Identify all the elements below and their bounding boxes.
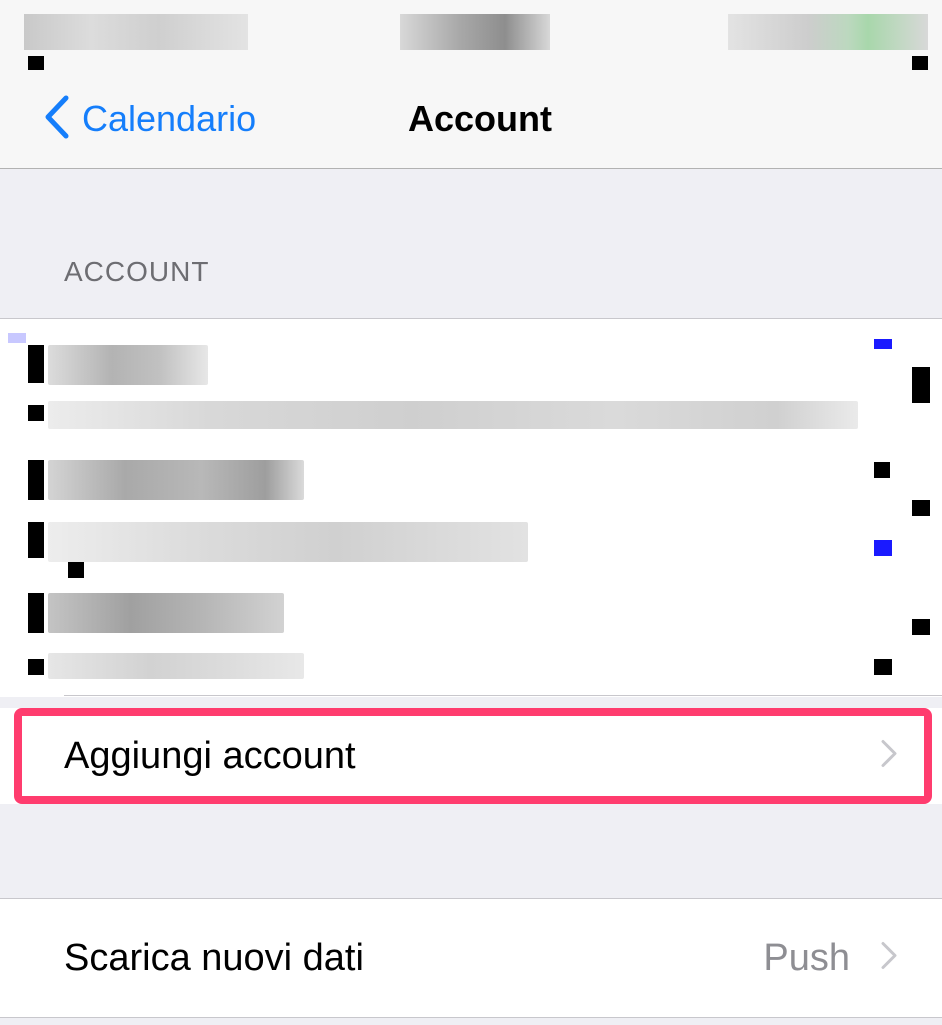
account-name-blur <box>48 460 304 500</box>
pixel-artifact <box>912 619 930 635</box>
pixel-artifact <box>28 522 44 558</box>
account-row[interactable] <box>0 589 942 689</box>
status-carrier-blur <box>24 14 248 50</box>
chevron-right-icon <box>880 941 898 976</box>
account-detail-blur <box>48 522 528 562</box>
account-name-blur <box>48 345 208 385</box>
chevron-right-icon <box>880 739 898 774</box>
pixel-artifact <box>874 339 892 349</box>
section-header: ACCOUNT <box>64 256 210 287</box>
account-name-blur <box>48 593 284 633</box>
page-title: Account <box>408 98 552 139</box>
account-row[interactable] <box>0 454 942 579</box>
pixel-artifact <box>28 593 44 633</box>
group-bottom-line <box>0 1017 942 1018</box>
account-detail-blur <box>48 653 304 679</box>
pixel-artifact <box>28 345 44 383</box>
pixel-artifact <box>912 367 930 403</box>
pixel-artifact <box>28 405 44 421</box>
status-time-blur <box>400 14 550 50</box>
pixel-artifact <box>28 659 44 675</box>
add-account-row[interactable]: Aggiungi account <box>0 708 942 804</box>
pixel-artifact <box>912 500 930 516</box>
fetch-new-data-value: Push <box>763 936 850 979</box>
pixel-artifact <box>874 540 892 556</box>
account-detail-blur <box>48 401 858 429</box>
status-battery-blur <box>728 14 928 50</box>
fetch-new-data-row[interactable]: Scarica nuovi dati Push <box>0 899 942 1017</box>
pixel-artifact <box>28 460 44 500</box>
navigation-bar: Calendario Account <box>0 70 942 169</box>
pixel-artifact <box>874 462 890 478</box>
row-separator <box>64 695 942 696</box>
status-bar <box>0 0 942 80</box>
account-row[interactable] <box>0 339 942 444</box>
pixel-artifact <box>874 659 892 675</box>
accounts-list <box>0 318 942 697</box>
add-account-label: Aggiungi account <box>64 734 356 777</box>
pixel-artifact <box>68 562 84 578</box>
fetch-new-data-label: Scarica nuovi dati <box>64 936 364 979</box>
